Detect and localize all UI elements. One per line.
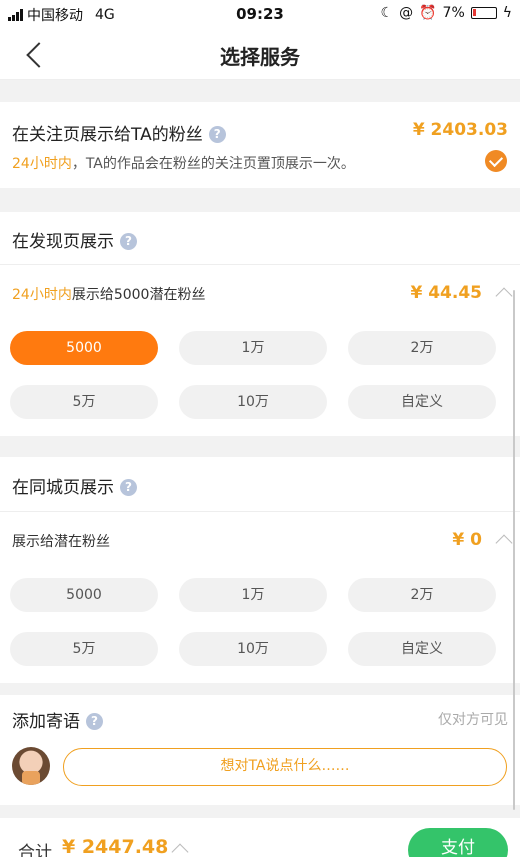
- discover-option-10w[interactable]: 10万: [179, 385, 327, 419]
- total-value: ¥ 2447.48: [62, 836, 169, 857]
- charging-icon: ϟ: [502, 5, 512, 21]
- follow-page-section[interactable]: 在关注页展示给TA的粉丝? ¥ 2403.03 24小时内，TA的作品会在粉丝的…: [0, 102, 520, 188]
- checkmark-icon[interactable]: [485, 150, 507, 172]
- discover-desc-highlight: 24小时内: [12, 287, 72, 303]
- at-icon: @: [399, 5, 414, 21]
- discover-option-2w[interactable]: 2万: [348, 331, 496, 365]
- message-section-title: 添加寄语: [12, 712, 80, 732]
- discover-price: ¥ 44.45: [410, 283, 482, 303]
- help-icon[interactable]: ?: [208, 126, 226, 143]
- city-option-5000[interactable]: 5000: [10, 578, 158, 612]
- discover-section-title: 在发现页展示: [12, 232, 114, 252]
- city-page-section: 在同城页展示? 展示给潜在粉丝 ¥ 0 5000 1万 2万 5万 10万 自定…: [0, 457, 520, 683]
- battery-percent: 7%: [442, 5, 465, 21]
- pay-button[interactable]: 支付: [408, 828, 508, 857]
- follow-description: 24小时内，TA的作品会在粉丝的关注页置顶展示一次。: [12, 153, 355, 173]
- nav-bar: 选择服务: [0, 28, 520, 80]
- discover-desc-text: 展示给5000潜在粉丝: [71, 287, 206, 303]
- city-option-custom[interactable]: 自定义: [348, 632, 496, 666]
- follow-desc-highlight: 24小时内: [12, 156, 72, 172]
- help-icon[interactable]: ?: [120, 233, 137, 250]
- city-description: 展示给潜在粉丝: [12, 534, 110, 550]
- total-label: 合计: [18, 843, 52, 857]
- battery-icon: [470, 7, 497, 19]
- divider: [0, 511, 520, 512]
- moon-icon: ☾: [380, 5, 394, 21]
- city-option-5w[interactable]: 5万: [10, 632, 158, 666]
- status-right: ☾ @ ⏰ 7% ϟ: [381, 5, 512, 21]
- city-option-10w[interactable]: 10万: [179, 632, 327, 666]
- page-title: 选择服务: [220, 45, 300, 69]
- chevron-up-icon[interactable]: [495, 287, 513, 305]
- follow-price: ¥ 2403.03: [412, 120, 508, 140]
- avatar: [12, 747, 50, 785]
- alarm-icon: ⏰: [419, 5, 437, 21]
- status-bar: 中国移动 4G 09:23 ☾ @ ⏰ 7% ϟ: [0, 0, 520, 28]
- city-section-title-row: 在同城页展示?: [12, 473, 137, 498]
- discover-option-5w[interactable]: 5万: [10, 385, 158, 419]
- divider: [0, 264, 520, 265]
- discover-description: 24小时内展示给5000潜在粉丝: [12, 284, 205, 304]
- city-option-1w[interactable]: 1万: [179, 578, 327, 612]
- help-icon[interactable]: ?: [120, 479, 137, 496]
- follow-section-title-row: 在关注页展示给TA的粉丝?: [12, 120, 226, 145]
- discover-page-section: 在发现页展示? 24小时内展示给5000潜在粉丝 ¥ 44.45 5000 1万…: [0, 212, 520, 436]
- message-input[interactable]: 想对TA说点什么……: [63, 748, 507, 786]
- avatar-detail: [22, 771, 40, 785]
- discover-option-custom[interactable]: 自定义: [348, 385, 496, 419]
- follow-desc-text: ，TA的作品会在粉丝的关注页置顶展示一次。: [71, 156, 355, 172]
- message-section: 添加寄语? 仅对方可见 想对TA说点什么……: [0, 695, 520, 805]
- discover-option-1w[interactable]: 1万: [179, 331, 327, 365]
- bottom-bar: 合计 ¥ 2447.48 支付: [0, 818, 520, 857]
- discover-option-5000[interactable]: 5000: [10, 331, 158, 365]
- visibility-note: 仅对方可见: [438, 712, 508, 728]
- scrollbar[interactable]: [513, 290, 515, 810]
- message-section-title-row: 添加寄语?: [12, 707, 103, 732]
- city-option-2w[interactable]: 2万: [348, 578, 496, 612]
- chevron-up-icon[interactable]: [171, 843, 189, 857]
- city-section-title: 在同城页展示: [12, 478, 114, 498]
- help-icon[interactable]: ?: [86, 713, 103, 730]
- chevron-up-icon[interactable]: [495, 534, 513, 552]
- city-price: ¥ 0: [452, 530, 482, 550]
- discover-section-title-row: 在发现页展示?: [12, 227, 137, 252]
- follow-section-title: 在关注页展示给TA的粉丝: [12, 125, 203, 145]
